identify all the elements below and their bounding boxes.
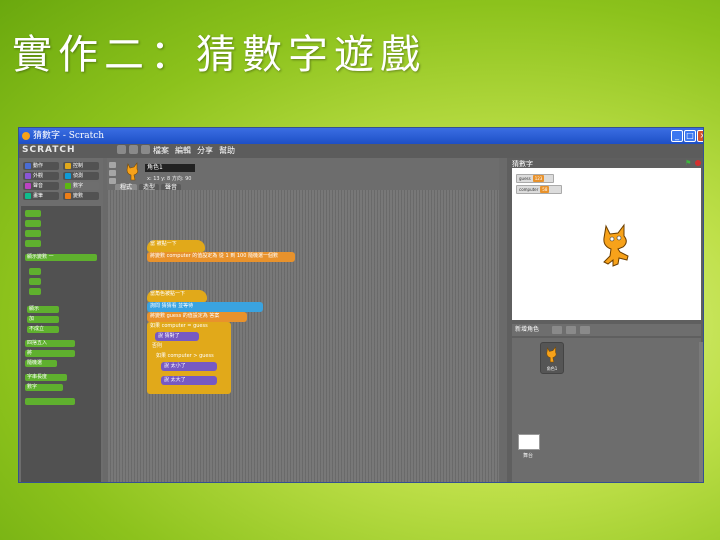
palette-block[interactable]: [25, 398, 75, 405]
menu-share[interactable]: 分享: [197, 145, 213, 156]
variable-value: 58: [540, 186, 550, 193]
palette-block[interactable]: 字串長度: [25, 374, 67, 381]
palette-block[interactable]: [25, 220, 41, 227]
variable-label: guess: [519, 176, 531, 181]
palette-block[interactable]: 加: [27, 316, 59, 323]
window-title: 猜數字 - Scratch: [33, 131, 105, 141]
script-block[interactable]: 將變數 computer 的值設定為 從 1 到 100 隨機選一個數: [147, 252, 295, 262]
palette-block[interactable]: 四捨五入: [25, 340, 75, 347]
paint-sprite-icon[interactable]: [552, 326, 562, 334]
palette-block[interactable]: 顯示: [27, 306, 59, 313]
new-sprite-bar: 新增角色: [512, 324, 701, 336]
new-sprite-label: 新增角色: [515, 326, 540, 333]
globe-icon[interactable]: [117, 145, 126, 154]
category-sound[interactable]: 聲音: [23, 182, 59, 190]
stage[interactable]: guess 123 computer 58: [512, 168, 701, 320]
block-palette: 顯示變數 一 顯示 加 不成立 四捨五入 將 隨機選 字串長度 數字: [21, 206, 101, 482]
random-sprite-icon[interactable]: [580, 326, 590, 334]
category-motion[interactable]: 動作: [23, 162, 59, 170]
stage-thumbnail[interactable]: 舞台: [518, 434, 540, 464]
save-icon[interactable]: [129, 145, 138, 154]
palette-block[interactable]: [25, 210, 41, 217]
palette-block[interactable]: [29, 268, 41, 275]
script-block[interactable]: 當角色被點一下: [147, 290, 207, 302]
stage-panel: 猜數字 ⚑ guess 123 computer 58 新增角色 角色1 舞台: [507, 158, 703, 482]
script-block[interactable]: 說 太大了: [161, 376, 217, 385]
palette-block[interactable]: [25, 240, 41, 247]
blocks-panel: 動作 控制 外觀 偵測 聲音 數字 畫筆 變數 顯示變數 一 顯示 加 不成立 …: [19, 158, 103, 482]
slide-title: 實作二：猜數字遊戲: [12, 32, 426, 78]
variable-monitor-guess: guess 123: [516, 174, 554, 183]
menubar: SCRATCH 檔案 編輯 分享 幫助: [19, 144, 703, 158]
scratch-window: 猜數字 - Scratch _ □ × SCRATCH 檔案 編輯 分享 幫助 …: [18, 127, 704, 483]
menu-help[interactable]: 幫助: [219, 145, 235, 156]
category-sensing[interactable]: 偵測: [63, 172, 99, 180]
palette-block[interactable]: [29, 288, 41, 295]
category-pen[interactable]: 畫筆: [23, 192, 59, 200]
minimize-button[interactable]: _: [671, 130, 683, 142]
sprite-name-field[interactable]: 角色1: [145, 164, 195, 172]
script-block[interactable]: 將變數 guess 的值設定為 答案: [147, 312, 247, 322]
close-button[interactable]: ×: [697, 130, 703, 142]
cat-sprite-icon: [546, 346, 557, 363]
maximize-button[interactable]: □: [684, 130, 696, 142]
rotate-tool-icon[interactable]: [109, 162, 116, 168]
palette-block[interactable]: [29, 278, 41, 285]
variable-label: computer: [519, 187, 539, 192]
menu-edit[interactable]: 編輯: [175, 145, 191, 156]
sprite-coords: x: 13 y: 8 方向: 90: [147, 176, 192, 182]
sprite-list: 角色1 舞台: [512, 338, 701, 482]
category-control[interactable]: 控制: [63, 162, 99, 170]
sprite-thumbnail-label: 角色1: [546, 366, 558, 371]
palette-block[interactable]: 數字: [25, 384, 63, 391]
flip-tool-icon[interactable]: [109, 170, 116, 176]
cat-sprite-icon[interactable]: [600, 222, 634, 268]
sprite-thumbnail[interactable]: 角色1: [540, 342, 564, 374]
cat-sprite-icon: [126, 162, 139, 181]
palette-block[interactable]: 不成立: [27, 326, 59, 333]
scratch-app-icon: [22, 132, 30, 140]
script-block[interactable]: 詢問 猜猜看 並等待: [147, 302, 263, 312]
category-numbers[interactable]: 數字: [63, 182, 99, 190]
stage-thumbnail-label: 舞台: [522, 453, 533, 459]
category-looks[interactable]: 外觀: [23, 172, 59, 180]
palette-block[interactable]: 顯示變數 一: [25, 254, 97, 261]
script-block[interactable]: 否則: [149, 342, 179, 351]
script-area[interactable]: 當 被點一下 將變數 computer 的值設定為 從 1 到 100 隨機選一…: [107, 190, 499, 482]
scratch-logo: SCRATCH: [22, 145, 76, 155]
script-block[interactable]: 當 被點一下: [147, 240, 205, 252]
lock-tool-icon[interactable]: [109, 178, 116, 184]
category-variables[interactable]: 變數: [63, 192, 99, 200]
stage-thumbnail-image: [518, 434, 540, 450]
category-grid: 動作 控制 外觀 偵測 聲音 數字 畫筆 變數: [23, 162, 101, 202]
menu-file[interactable]: 檔案: [153, 145, 169, 156]
choose-sprite-icon[interactable]: [566, 326, 576, 334]
script-block[interactable]: 說 太小了: [161, 362, 217, 371]
green-flag-icon[interactable]: ⚑: [685, 160, 692, 167]
share-icon[interactable]: [141, 145, 150, 154]
script-block[interactable]: 說 猜對了: [155, 332, 199, 341]
palette-block[interactable]: 將: [25, 350, 75, 357]
stop-icon[interactable]: [695, 160, 701, 166]
palette-block[interactable]: 隨機選: [25, 360, 57, 367]
variable-value: 123: [532, 175, 545, 182]
sprite-list-scrollbar[interactable]: [699, 342, 703, 482]
variable-monitor-computer: computer 58: [516, 185, 562, 194]
window-titlebar: 猜數字 - Scratch _ □ ×: [19, 128, 703, 144]
palette-block[interactable]: [25, 230, 41, 237]
